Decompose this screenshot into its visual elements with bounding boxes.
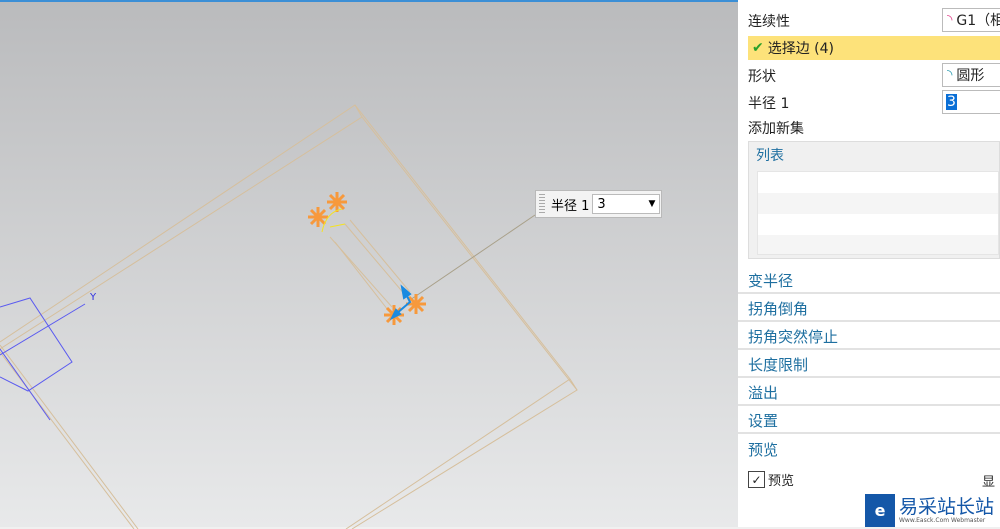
shape-value: 圆形 [956,68,985,84]
section-variable-radius[interactable]: 变半径 [738,268,1000,294]
section-corner-setback[interactable]: 拐角倒角 [738,296,1000,322]
fillet-preview [321,208,346,233]
shape-icon: ◝ [947,67,953,83]
popup-value: 3 [597,196,606,212]
edge-markers [308,192,426,325]
plate-outline [0,104,578,529]
watermark-text: 易采站长站 [899,496,995,518]
graphics-viewport[interactable]: Y 半径 1 3 ▼ [0,0,738,529]
properties-panel: 连续性 ◝ G1（相 ✔ 选择边 (4) 形状 ◝ 圆形 半径 1 3 添加新集 列表… [738,0,1000,527]
continuity-label: 连续性 [748,14,790,30]
section-settings[interactable]: 设置 [738,408,1000,434]
section-stop-short[interactable]: 拐角突然停止 [738,324,1000,350]
drag-handle[interactable] [539,194,545,214]
preview-checkbox-row[interactable]: ✓ 预览 [748,470,794,489]
radius-value: 3 [946,94,957,110]
radius-label: 半径 1 [748,96,790,112]
select-edge-row[interactable]: ✔ 选择边 (4) [748,36,1000,60]
shape-label: 形状 [748,69,776,85]
watermark-logo-icon: e [865,494,895,527]
list-box[interactable] [757,171,999,255]
radius-popup-select[interactable]: 3 ▼ [592,194,661,214]
preview-checkbox[interactable]: ✓ [748,471,765,488]
select-edge-label: 选择边 (4) [767,41,835,57]
section-overflow[interactable]: 溢出 [738,380,1000,406]
model-geometry: Y [0,104,578,529]
continuity-value: G1（相 [956,13,1000,29]
preview-checkbox-label: 预览 [768,474,795,489]
axis-label: Y [89,292,97,303]
chevron-down-icon: ▼ [648,199,656,209]
check-icon: ✔ [752,40,764,56]
continuity-icon: ◝ [947,12,953,28]
watermark-sub: Www.Easck.Com Webmaster [899,517,986,524]
section-preview[interactable]: 预览 [738,436,1000,462]
popup-label: 半径 1 [551,198,590,214]
add-new-set[interactable]: 添加新集 [748,118,804,138]
section-length-limit[interactable]: 长度限制 [738,352,1000,378]
radius-input[interactable]: 3 [942,90,1000,114]
shape-select[interactable]: ◝ 圆形 [942,63,1000,87]
continuity-select[interactable]: ◝ G1（相 [942,8,1000,32]
radius-popup: 半径 1 3 ▼ [535,190,662,218]
watermark: e 易采站长站 Www.Easck.Com Webmaster [865,494,1000,527]
list-group: 列表 [748,141,1000,259]
list-label: 列表 [756,148,784,164]
leader-line [409,214,536,301]
